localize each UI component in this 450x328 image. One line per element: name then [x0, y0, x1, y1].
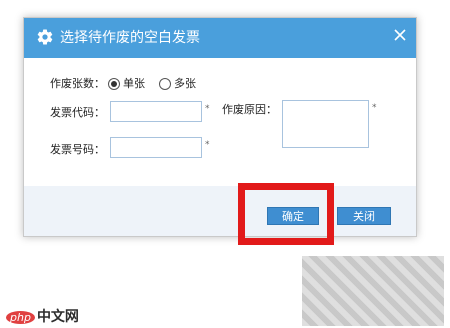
reason-textarea[interactable] [282, 100, 369, 148]
invoice-code-label: 发票代码： [50, 106, 105, 119]
watermark-logo: php [6, 311, 35, 324]
invalid-count-label: 作废张数： [50, 77, 105, 90]
required-mark: * [205, 104, 210, 114]
multiple-radio-label[interactable]: 多张 [174, 77, 196, 91]
reason-label: 作废原因： [222, 103, 277, 116]
close-button[interactable]: 关闭 [337, 207, 391, 225]
gear-icon [37, 29, 53, 45]
multiple-radio[interactable] [159, 78, 171, 90]
blurred-region [302, 256, 444, 326]
dialog-titlebar: 选择待作废的空白发票 [24, 18, 416, 58]
single-radio[interactable] [108, 78, 120, 90]
invalidate-invoice-dialog: 选择待作废的空白发票 作废张数： 单张 多张 发票代码： * 作废原因： * 发… [23, 17, 417, 237]
close-icon[interactable] [394, 29, 406, 41]
single-radio-label[interactable]: 单张 [123, 77, 145, 91]
invoice-number-label: 发票号码： [50, 143, 105, 156]
dialog-title: 选择待作废的空白发票 [60, 30, 200, 46]
highlight-box [238, 183, 334, 245]
required-mark: * [205, 140, 210, 150]
dialog-footer: 确定 关闭 [24, 186, 416, 236]
invoice-number-input[interactable] [110, 137, 202, 158]
site-watermark: php 中文网 [6, 306, 79, 326]
watermark-text: 中文网 [36, 309, 79, 325]
invoice-code-input[interactable] [110, 101, 202, 122]
required-mark: * [372, 103, 377, 113]
